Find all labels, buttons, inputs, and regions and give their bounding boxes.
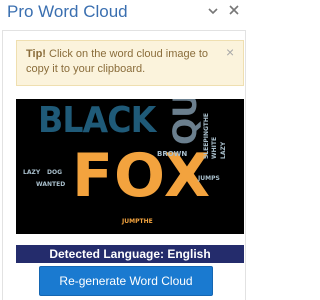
cloud-word-wanted: WANTED [36,181,66,188]
tip-message: Click on the word cloud image to copy it… [26,48,208,75]
tip-label: Tip! [26,48,46,60]
chevron-down-icon[interactable] [206,4,220,18]
cloud-word-jumpthe: JUMPTHE [122,218,153,225]
detected-language: Detected Language: English [16,245,244,263]
cloud-word-fox: FOX [72,141,212,211]
panel-title: Pro Word Cloud [7,2,128,21]
cloud-word-dog: DOG [47,169,63,176]
cloud-word-quick: QUICK [166,99,204,145]
tip-close-icon[interactable]: × [226,45,234,59]
close-icon[interactable] [226,2,242,18]
tip-banner: Tip! Click on the word cloud image to co… [16,40,244,86]
cloud-word-sleepingthe: SLEEPINGTHE [203,112,210,159]
cloud-word-jumps: JUMPS [198,175,220,182]
word-cloud-image[interactable]: BLACK FOX QUICK BROWN LAZY DOG WANTED JU… [16,99,244,234]
cloud-word-black: BLACK [38,100,156,141]
regenerate-button[interactable]: Re-generate Word Cloud [39,266,213,296]
cloud-word-lazy-small: LAZY [220,141,227,159]
panel-header: Pro Word Cloud [0,0,248,30]
cloud-word-white: WHITE [211,136,218,159]
cloud-word-lazy: LAZY [23,169,41,176]
tip-text: Tip! Click on the word cloud image to co… [26,47,216,77]
cloud-word-brown: BROWN [157,150,188,158]
